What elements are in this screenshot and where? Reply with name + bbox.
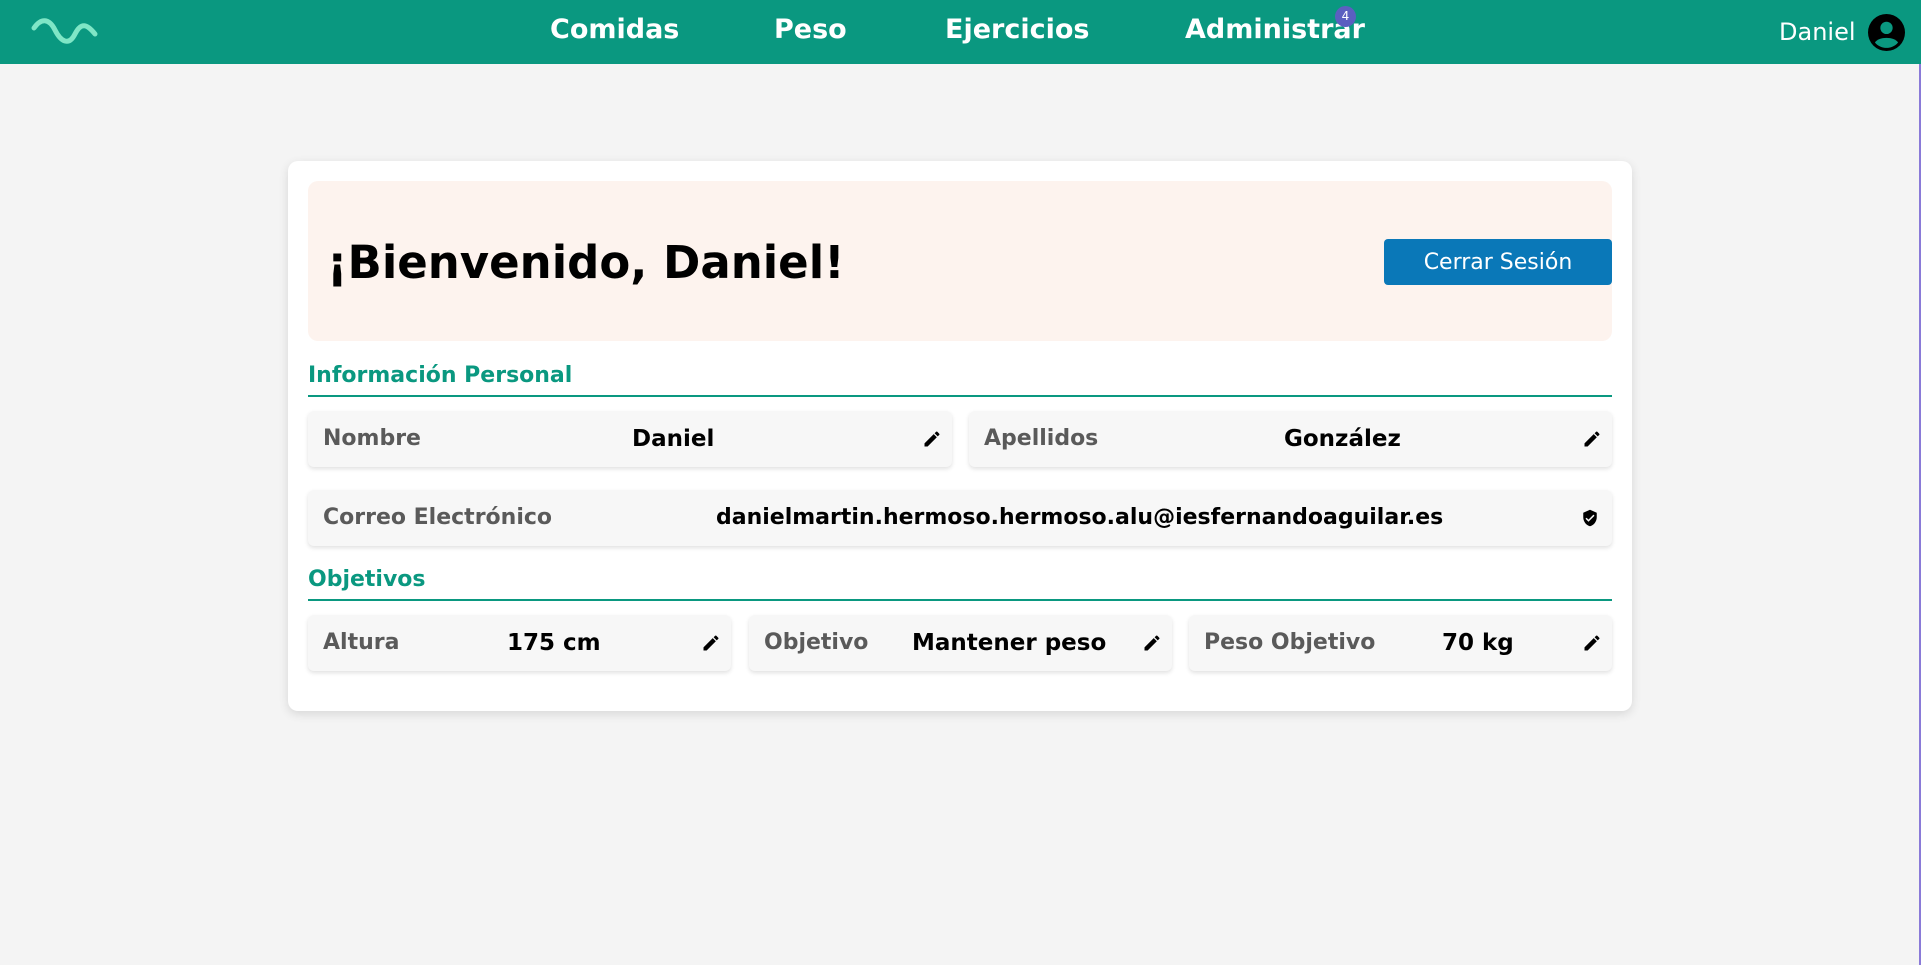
section-title-personal: Información Personal — [308, 363, 1612, 397]
pencil-icon[interactable] — [922, 429, 942, 449]
field-value: González — [1284, 426, 1401, 452]
pencil-icon[interactable] — [701, 633, 721, 653]
profile-card: ¡Bienvenido, Daniel! Cerrar Sesión Infor… — [288, 161, 1632, 711]
pencil-icon[interactable] — [1142, 633, 1162, 653]
verified-shield-icon — [1583, 509, 1597, 527]
field-value: Daniel — [632, 426, 715, 452]
account-circle-icon[interactable] — [1868, 14, 1905, 51]
field-label: Correo Electrónico — [323, 505, 553, 530]
field-peso-objetivo: Peso Objetivo 70 kg — [1189, 615, 1612, 671]
field-value: danielmartin.hermoso.hermoso.alu@iesfern… — [716, 505, 1444, 530]
field-label: Peso Objetivo — [1204, 630, 1376, 655]
welcome-banner: ¡Bienvenido, Daniel! Cerrar Sesión — [308, 181, 1612, 341]
top-navbar: Comidas Peso Ejercicios Administrar 4 Da… — [0, 0, 1921, 64]
nav-link-peso[interactable]: Peso — [774, 14, 847, 45]
field-altura: Altura 175 cm — [308, 615, 731, 671]
nav-link-ejercicios[interactable]: Ejercicios — [945, 14, 1089, 45]
field-label: Apellidos — [984, 426, 1099, 451]
admin-notification-badge: 4 — [1335, 6, 1356, 27]
field-label: Altura — [323, 630, 400, 655]
user-name[interactable]: Daniel — [1779, 18, 1856, 46]
wave-logo-icon[interactable] — [31, 16, 99, 48]
field-value: 175 cm — [507, 630, 601, 656]
nav-link-comidas[interactable]: Comidas — [550, 14, 679, 45]
logout-button[interactable]: Cerrar Sesión — [1384, 239, 1612, 285]
section-title-objetivos: Objetivos — [308, 567, 1612, 601]
field-label: Objetivo — [764, 630, 869, 655]
pencil-icon[interactable] — [1582, 429, 1602, 449]
field-value: 70 kg — [1442, 630, 1514, 656]
pencil-icon[interactable] — [1582, 633, 1602, 653]
field-nombre: Nombre Daniel — [308, 411, 952, 467]
field-correo: Correo Electrónico danielmartin.hermoso.… — [308, 490, 1612, 546]
field-value: Mantener peso — [912, 630, 1107, 656]
welcome-title: ¡Bienvenido, Daniel! — [327, 236, 845, 289]
field-label: Nombre — [323, 426, 421, 451]
field-apellidos: Apellidos González — [969, 411, 1612, 467]
field-objetivo: Objetivo Mantener peso — [749, 615, 1172, 671]
